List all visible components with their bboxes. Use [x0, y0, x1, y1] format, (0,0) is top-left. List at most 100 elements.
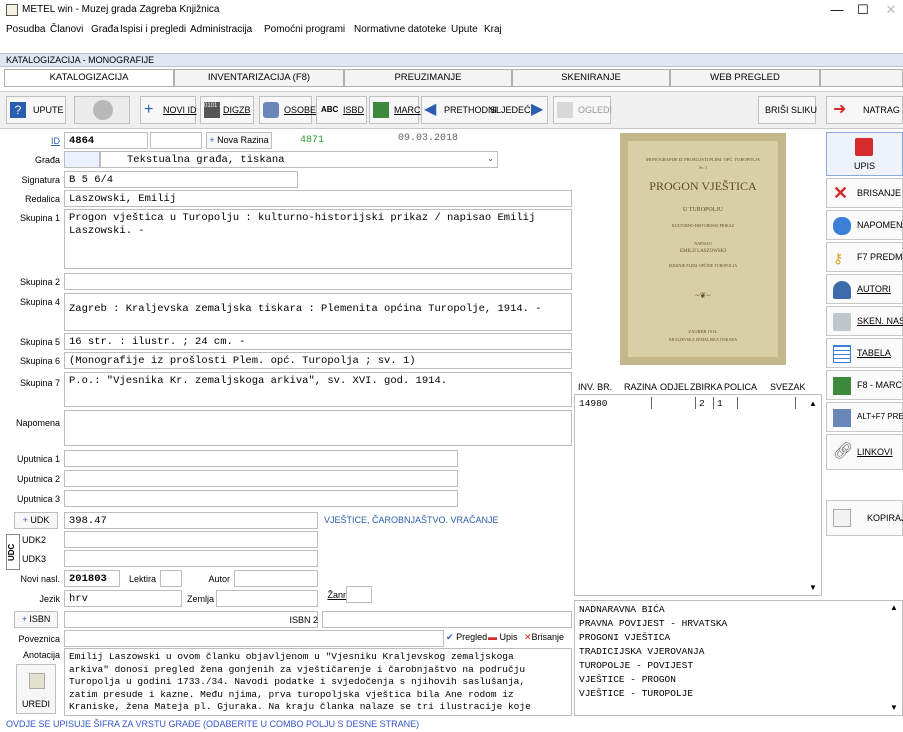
- uputnica1-label: Uputnica 1: [16, 454, 60, 464]
- kopiraj-button[interactable]: KOPIRAJ: [826, 500, 903, 536]
- minimize-button[interactable]: —: [826, 2, 848, 18]
- f8-marc-button[interactable]: F8 - MARC: [826, 370, 903, 400]
- autor-field[interactable]: [234, 570, 318, 587]
- anotacija-field[interactable]: Emilij Laszowski u ovom članku objavljen…: [64, 648, 572, 716]
- menu-upute[interactable]: Upute: [451, 24, 478, 35]
- skupina1-field[interactable]: Progon vještica u Turopolju : kulturno-h…: [64, 209, 572, 269]
- inventory-list[interactable]: 14980 2 1 ▲ ▼: [574, 394, 822, 596]
- redalica-field[interactable]: Laszowski, Emilij: [64, 190, 572, 207]
- uputnica3-field[interactable]: [64, 490, 458, 507]
- uputnica2-field[interactable]: [64, 470, 458, 487]
- subject-item[interactable]: VJEŠTICE - PROGON: [579, 673, 676, 686]
- jezik-field[interactable]: hrv: [64, 590, 182, 607]
- marc-button[interactable]: MARC: [369, 96, 421, 124]
- novi-id-button[interactable]: + NOVI ID: [140, 96, 197, 124]
- uputnica1-field[interactable]: [64, 450, 458, 467]
- tab-skeniranje[interactable]: SKENIRANJE: [512, 69, 670, 87]
- skupina7-field[interactable]: P.o.: "Vjesnika Kr. zemaljskoga arkiva",…: [64, 372, 572, 407]
- tab-web-pregled[interactable]: WEB PREGLED: [670, 69, 820, 87]
- chevron-down-icon[interactable]: ⌄: [487, 154, 494, 164]
- poveznica-field[interactable]: [64, 630, 444, 647]
- arrow-right-icon[interactable]: ▶: [531, 102, 547, 118]
- isbd-button[interactable]: ABC ISBD: [316, 96, 367, 124]
- brisanje-button[interactable]: ✕ BRISANJE: [826, 178, 903, 208]
- inventory-row-zbirka[interactable]: 2: [699, 397, 705, 410]
- linkovi-button[interactable]: 🔗︎ LINKOVI: [826, 434, 903, 470]
- menu-grada[interactable]: Građa: [91, 24, 119, 35]
- natrag-button[interactable]: ➜ NATRAG: [826, 96, 903, 124]
- upis-small-button[interactable]: ▬ Upis: [488, 632, 518, 642]
- upute-button[interactable]: ? UPUTE: [6, 96, 66, 124]
- tab-katalogizacija[interactable]: KATALOGIZACIJA: [4, 69, 174, 87]
- lektira-field[interactable]: [160, 570, 182, 587]
- scroll-up-icon[interactable]: ▲: [809, 399, 817, 408]
- skupina6-field[interactable]: (Monografije iz prošlosti Plem. opć. Tur…: [64, 352, 572, 369]
- id-field[interactable]: 4864: [64, 132, 148, 149]
- autori-button[interactable]: AUTORI: [826, 274, 903, 304]
- menu-clanovi[interactable]: Članovi: [50, 24, 83, 35]
- scroll-up-icon[interactable]: ▲: [890, 603, 898, 612]
- subject-item[interactable]: NADNARAVNA BIĆA: [579, 603, 665, 616]
- udk3-field[interactable]: [64, 550, 318, 567]
- isbn-button[interactable]: + ISBN: [14, 611, 58, 628]
- ogledi-button[interactable]: OGLEDI: [553, 96, 612, 124]
- menu-ispisi[interactable]: Ispisi i pregledi: [120, 24, 186, 35]
- subject-item[interactable]: TUROPOLJE - POVIJEST: [579, 659, 693, 672]
- brisi-sliku-button[interactable]: BRIŠI SLIKU: [758, 96, 817, 124]
- isbn2-field[interactable]: [322, 611, 572, 628]
- nova-razina-button[interactable]: + Nova Razina: [206, 132, 272, 149]
- udk-button[interactable]: + UDK: [14, 512, 58, 529]
- udk-field[interactable]: 398.47: [64, 512, 318, 529]
- skupina4-field[interactable]: Zagreb : Kraljevska zemaljska tiskara : …: [64, 293, 572, 331]
- f7-predmetnice-button[interactable]: ⚷ F7 PREDMETNIC: [826, 242, 903, 272]
- novi-nasl-field[interactable]: 201803: [64, 570, 120, 587]
- grid-icon: [557, 102, 573, 118]
- zanr-field[interactable]: [346, 586, 372, 603]
- sken-nasl-button[interactable]: SKEN. NASL.: [826, 306, 903, 336]
- zemlja-field[interactable]: [216, 590, 318, 607]
- image-button[interactable]: [74, 96, 130, 124]
- sljedeci-button[interactable]: SLJEDEĆI: [490, 97, 533, 123]
- inventory-row-polica[interactable]: 1: [717, 397, 723, 410]
- udk2-field[interactable]: [64, 531, 318, 548]
- alt-f7-pregled-button[interactable]: ALT+F7 PREGLE: [826, 402, 903, 432]
- skupina5-field[interactable]: 16 str. : ilustr. ; 24 cm. -: [64, 333, 572, 350]
- subject-item[interactable]: TRADICIJSKA VJEROVANJA: [579, 645, 704, 658]
- osobe-button[interactable]: OSOBE: [259, 96, 316, 124]
- subject-item[interactable]: PRAVNA POVIJEST - HRVATSKA: [579, 617, 727, 630]
- skupina1-label: Skupina 1: [19, 213, 60, 223]
- maximize-button[interactable]: ☐: [852, 2, 874, 18]
- menu-kraj[interactable]: Kraj: [484, 24, 502, 35]
- isbn-field[interactable]: [64, 611, 318, 628]
- pregled-button[interactable]: ✔ Pregled: [446, 632, 487, 643]
- menu-administracija[interactable]: Administracija: [190, 24, 252, 35]
- signatura-field[interactable]: B 5 6/4: [64, 171, 298, 188]
- zemlja-label: Zemlja: [186, 594, 214, 604]
- close-button[interactable]: ✕: [880, 2, 902, 18]
- upis-button[interactable]: UPIS: [826, 132, 903, 176]
- scroll-down-icon[interactable]: ▼: [890, 703, 898, 712]
- menu-pomocni[interactable]: Pomoćni programi: [264, 24, 345, 35]
- grada-code-field[interactable]: [64, 151, 100, 168]
- grada-select[interactable]: Tekstualna građa, tiskana ⌄: [100, 151, 498, 168]
- skupina2-field[interactable]: [64, 273, 572, 290]
- tabela-button[interactable]: TABELA: [826, 338, 903, 368]
- subject-item[interactable]: PROGONI VJEŠTICA: [579, 631, 670, 644]
- id-extra-field[interactable]: [150, 132, 202, 149]
- napomena-button[interactable]: NAPOMENA: [826, 210, 903, 240]
- tab-preuzimanje[interactable]: PREUZIMANJE: [344, 69, 512, 87]
- subjects-list[interactable]: NADNARAVNA BIĆA PRAVNA POVIJEST - HRVATS…: [574, 600, 903, 716]
- subject-item[interactable]: VJEŠTICE - TUROPOLJE: [579, 687, 693, 700]
- arrow-left-icon[interactable]: ◀: [424, 102, 444, 118]
- scroll-down-icon[interactable]: ▼: [809, 583, 817, 592]
- uredi-button[interactable]: UREDI: [16, 664, 56, 714]
- inventory-row-inv[interactable]: 14980: [579, 397, 608, 410]
- menu-normativne[interactable]: Normativne datoteke: [354, 24, 446, 35]
- napomena-field[interactable]: [64, 410, 572, 446]
- tab-inventarizacija[interactable]: INVENTARIZACIJA (F8): [174, 69, 344, 87]
- digzb-button[interactable]: 0101 1010 DIGZB: [200, 96, 254, 124]
- inv-header-razina: RAZINA: [624, 382, 658, 392]
- skupina2-label: Skupina 2: [19, 277, 60, 287]
- brisanje-small-button[interactable]: ✕Brisanje: [524, 632, 564, 643]
- menu-posudba[interactable]: Posudba: [6, 24, 45, 35]
